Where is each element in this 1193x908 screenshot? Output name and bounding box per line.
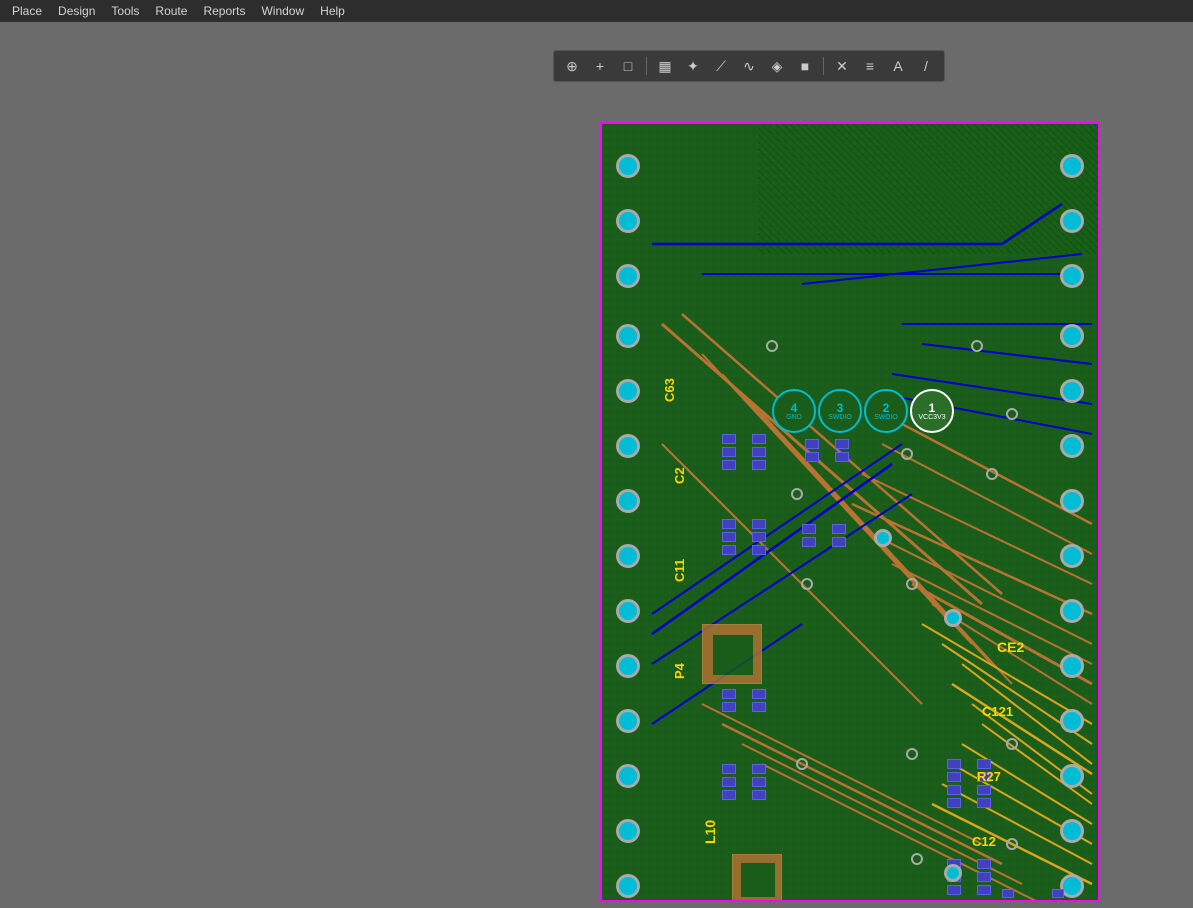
via-left-10 — [616, 654, 640, 678]
via-left-9 — [616, 599, 640, 623]
via-left-7 — [616, 489, 640, 513]
pin-bubble-4[interactable]: 4 GND — [772, 389, 816, 433]
via-right-3 — [1060, 264, 1084, 288]
menu-item-tools[interactable]: Tools — [103, 2, 147, 20]
via-inner-2 — [944, 609, 962, 627]
via-left-4 — [616, 324, 640, 348]
via-right-7 — [1060, 489, 1084, 513]
via-right-5 — [1060, 379, 1084, 403]
via-left-6 — [616, 434, 640, 458]
menu-item-place[interactable]: Place — [4, 2, 50, 20]
component-ic5 — [717, 759, 777, 809]
pcb-board[interactable]: C63 C2 C11 P4 CE2 C121 R27 C12 L10 4 GND — [600, 122, 1100, 902]
menu-item-reports[interactable]: Reports — [195, 2, 253, 20]
tool-line[interactable]: / — [914, 54, 938, 78]
via-left-8 — [616, 544, 640, 568]
via-left-12 — [616, 764, 640, 788]
component-ic9 — [1002, 889, 1072, 902]
via-right-12 — [1060, 764, 1084, 788]
tool-chart[interactable]: ≡ — [858, 54, 882, 78]
component-ic2 — [717, 514, 777, 564]
tool-diff[interactable]: ∿ — [737, 54, 761, 78]
component-ic1 — [717, 429, 777, 479]
via-left-5 — [616, 379, 640, 403]
copper-pour-1 — [702, 624, 762, 684]
pin-bubble-1[interactable]: 1 VCC3V3 — [910, 389, 954, 433]
via-right-11 — [1060, 709, 1084, 733]
tool-text[interactable]: A — [886, 54, 910, 78]
menu-item-window[interactable]: Window — [253, 2, 312, 20]
via-right-8 — [1060, 544, 1084, 568]
via-left-2 — [616, 209, 640, 233]
tool-fill[interactable]: ▦ — [653, 54, 677, 78]
via-right-1 — [1060, 154, 1084, 178]
tool-via[interactable]: ◈ — [765, 54, 789, 78]
silkscreen-c2: C2 — [672, 467, 687, 484]
hatch-region — [758, 124, 1098, 254]
via-left-11 — [616, 709, 640, 733]
tool-star[interactable]: ✦ — [681, 54, 705, 78]
via-right-6 — [1060, 434, 1084, 458]
component-ic3 — [797, 519, 857, 569]
silkscreen-c121: C121 — [982, 704, 1013, 719]
via-left-14 — [616, 874, 640, 898]
menu-item-design[interactable]: Design — [50, 2, 103, 20]
tool-drc[interactable]: ✕ — [830, 54, 854, 78]
copper-pour-2 — [732, 854, 782, 902]
via-inner-3 — [944, 864, 962, 882]
menu-bar: Place Design Tools Route Reports Window … — [0, 0, 1193, 22]
via-inner-1 — [874, 529, 892, 547]
pin-bubble-2[interactable]: 2 SWDIO — [864, 389, 908, 433]
silkscreen-ce2: CE2 — [997, 639, 1024, 655]
via-right-13 — [1060, 819, 1084, 843]
via-right-9 — [1060, 599, 1084, 623]
tool-select[interactable]: ⊕ — [560, 54, 584, 78]
tool-rectangle[interactable]: □ — [616, 54, 640, 78]
via-right-4 — [1060, 324, 1084, 348]
via-left-13 — [616, 819, 640, 843]
component-ic6 — [717, 684, 777, 734]
tool-route[interactable]: ⟋ — [709, 54, 733, 78]
silkscreen-l10: L10 — [702, 820, 718, 844]
via-left-3 — [616, 264, 640, 288]
via-right-2 — [1060, 209, 1084, 233]
component-ic7 — [942, 754, 1002, 814]
via-right-10 — [1060, 654, 1084, 678]
silkscreen-c63: C63 — [662, 378, 677, 402]
pin-bubble-3[interactable]: 3 SWDIO — [818, 389, 862, 433]
menu-item-route[interactable]: Route — [147, 2, 195, 20]
component-ic4 — [800, 434, 860, 484]
silkscreen-c12: C12 — [972, 834, 996, 849]
tool-component[interactable]: ■ — [793, 54, 817, 78]
pin-tooltip[interactable]: 4 GND 3 SWDIO 2 SWDIO 1 VCC3V3 — [772, 389, 954, 433]
menu-item-help[interactable]: Help — [312, 2, 353, 20]
pcb-canvas-area[interactable]: C63 C2 C11 P4 CE2 C121 R27 C12 L10 4 GND — [0, 22, 1193, 908]
tool-add[interactable]: + — [588, 54, 612, 78]
via-left-1 — [616, 154, 640, 178]
toolbar-separator-2 — [823, 57, 824, 75]
silkscreen-c11: C11 — [672, 559, 687, 582]
toolbar-separator-1 — [646, 57, 647, 75]
toolbar: ⊕ + □ ▦ ✦ ⟋ ∿ ◈ ■ ✕ ≡ A / — [553, 50, 945, 82]
silkscreen-p4: P4 — [672, 663, 687, 679]
